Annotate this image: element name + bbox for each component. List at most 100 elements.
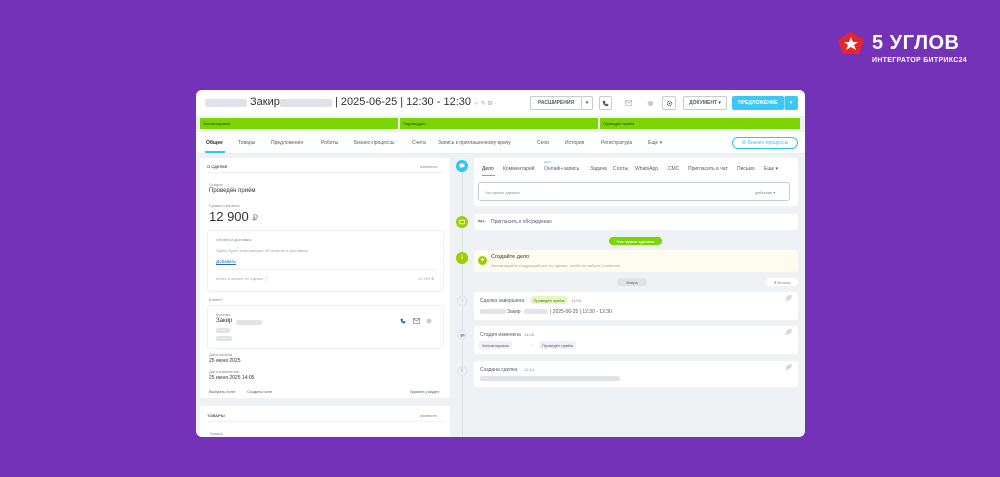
blurred-contact-phone (216, 336, 232, 341)
sum-label: Сумма и валюта (209, 203, 240, 208)
about-deal-card: О СДЕЛКЕ изменить Стадия Проведён приём … (200, 158, 450, 398)
activity-tab-comment[interactable]: Комментарий (503, 166, 535, 172)
extensions-dropdown[interactable]: ▾ (581, 96, 593, 110)
actions-dropdown[interactable]: действия ▾ (755, 190, 775, 195)
chat-icon[interactable] (426, 318, 432, 324)
tab-proposals[interactable]: Предложения (271, 140, 303, 146)
select-field-link[interactable]: Выбрать поле (209, 389, 235, 394)
todo-placeholder: Что нужно сделать (485, 190, 521, 195)
event-title: Создана сделка (480, 367, 518, 373)
info-icon: i (456, 252, 468, 264)
paperclip-icon[interactable]: 🔗︎ (785, 295, 793, 302)
chat-green-icon (456, 216, 468, 228)
envelope-icon[interactable] (622, 96, 635, 110)
brand-subtitle: ИНТЕГРАТОР БИТРИКС24 (872, 57, 967, 64)
activity-tab-todo[interactable]: Задача (590, 166, 607, 172)
activity-tab-task[interactable]: Дело (482, 166, 494, 172)
blurred-deal-title (480, 376, 620, 381)
products-edit-link[interactable]: изменить (420, 413, 437, 418)
invite-label[interactable]: Пригласить к обсуждению (491, 219, 552, 225)
contact-name[interactable]: Закир (216, 318, 232, 324)
tab-seo[interactable]: Сеои (537, 140, 549, 146)
tab-history[interactable]: История (565, 140, 584, 146)
tab-general[interactable]: Общее (206, 140, 223, 146)
event-deal-closed: Сделка завершена Проведён приём 14:05 За… (474, 292, 798, 320)
tab-more[interactable]: Еще ▾ (648, 140, 662, 146)
envelope-icon[interactable] (413, 318, 420, 324)
add-payment-link[interactable]: Добавить (216, 259, 236, 264)
paperclip-icon[interactable]: 🔗︎ (785, 364, 793, 371)
tab-invoices[interactable]: Счета (412, 140, 426, 146)
products-label: Товары (209, 431, 223, 436)
event-title: Стадия изменена (480, 332, 521, 338)
create-field-link[interactable]: Создать поле (247, 389, 272, 394)
todo-input[interactable]: Что нужно сделать действия ▾ (478, 182, 790, 201)
stage-to-chip: Проведён приём (539, 341, 577, 349)
about-edit-link[interactable]: изменить (420, 164, 437, 169)
stage-completed[interactable]: Проведён приём (600, 118, 800, 129)
business-processes-button[interactable]: ⚙ Бизнес-процессы (732, 137, 798, 149)
tab-products[interactable]: Товары (238, 140, 255, 146)
activity-tab-invite-chat[interactable]: Пригласить в чат (688, 166, 728, 172)
proposal-dropdown[interactable]: ▾ (784, 96, 798, 110)
activity-tab-slots[interactable]: Слоты (613, 166, 628, 172)
document-button[interactable]: ДОКУМЕНТ ▾ (683, 96, 727, 110)
yesterday-pill: Вчера (617, 278, 647, 286)
modified-date-label: Дата изменения (209, 369, 240, 374)
plus-icon[interactable]: + (478, 256, 487, 265)
star-pentagon-logo (838, 32, 864, 54)
paperclip-icon[interactable]: 🔗︎ (785, 329, 793, 336)
modified-date-value[interactable]: 25 июня 2025 14:05 (209, 375, 254, 381)
sum-value[interactable]: 12 900 ₽ (209, 209, 258, 224)
create-activity-block[interactable]: + Создайте дело Запланируйте следующий ш… (474, 250, 798, 272)
activity-tab-sms[interactable]: СМС (668, 166, 679, 172)
circle-icon[interactable] (644, 96, 657, 110)
phone-icon[interactable] (400, 318, 406, 324)
event-time: 14:05 (524, 332, 535, 337)
event-time: 12:14 (524, 367, 535, 372)
start-date-label: Дата начала (209, 352, 233, 357)
event-deal-name[interactable]: Закир (507, 309, 521, 315)
deal-title-rest[interactable]: | 2025-06-25 | 12:30 - 12:30 ✓ ✎ ₪ · (335, 96, 496, 108)
create-activity-title[interactable]: Создайте дело (491, 254, 529, 260)
new-badge: NEW (544, 160, 551, 164)
total-label: Итого в оплате по сделке ⓘ (216, 276, 269, 281)
deal-title-name[interactable]: Закир (250, 96, 280, 108)
arrow-right-icon: → (530, 342, 534, 347)
tab-doctor-appointment[interactable]: Запись к приглашенному врачу (438, 140, 511, 146)
proposal-button[interactable]: ПРЕДЛОЖЕНИЕ (732, 96, 784, 110)
extensions-button[interactable]: РАСШИРЕНИЯ (530, 96, 582, 110)
stage-from-chip: Запланирован (479, 341, 512, 349)
blurred-surname (280, 99, 332, 107)
tab-business-processes[interactable]: Бизнес-процессы (354, 140, 395, 146)
payment-title: Оплата и доставка (216, 237, 251, 242)
divider (207, 172, 443, 173)
stage-scheduled[interactable]: Запланирован (200, 118, 398, 129)
gear-icon[interactable] (662, 96, 676, 110)
arrow-up-icon: ↑ (457, 296, 467, 306)
stage-confirmed[interactable]: Подтвердил (400, 118, 598, 129)
activity-tab-online-booking[interactable]: Онлайн-запись (544, 166, 579, 172)
client-label: Клиент (209, 297, 223, 302)
tab-registry[interactable]: Регистратура (601, 140, 632, 146)
active-subtab-underline (482, 175, 495, 176)
phone-icon[interactable] (599, 96, 612, 110)
event-time: 14:05 (571, 298, 582, 303)
stage-value[interactable]: Проведён приём (209, 188, 256, 194)
divider (207, 421, 443, 422)
filter-button[interactable]: ▼ Фильтр (766, 278, 798, 286)
delete-section-link[interactable]: Удалить раздел (410, 389, 439, 394)
event-deal-rest[interactable]: | 2025-06-25 | 12:30 - 12:30 (550, 309, 612, 315)
start-date-value[interactable]: 25 июня 2025 (209, 358, 240, 364)
todo-pill: Что нужно сделать (609, 237, 662, 245)
client-contact-block: Контакт Закир (207, 305, 444, 349)
activity-tab-email[interactable]: Письмо (737, 166, 755, 172)
divider (216, 269, 436, 270)
tab-robots[interactable]: Роботы (321, 140, 338, 146)
invite-discussion[interactable]: ⇆+ Пригласить к обсуждению (474, 214, 798, 230)
payment-block: Оплата и доставка Здесь будет информация… (207, 230, 444, 292)
products-card: ТОВАРЫ изменить Товары (200, 406, 450, 437)
activity-tab-more[interactable]: Еще ▾ (764, 166, 778, 172)
event-title: Сделка завершена (480, 298, 525, 304)
activity-tab-whatsapp[interactable]: WhatsApp (635, 166, 658, 172)
